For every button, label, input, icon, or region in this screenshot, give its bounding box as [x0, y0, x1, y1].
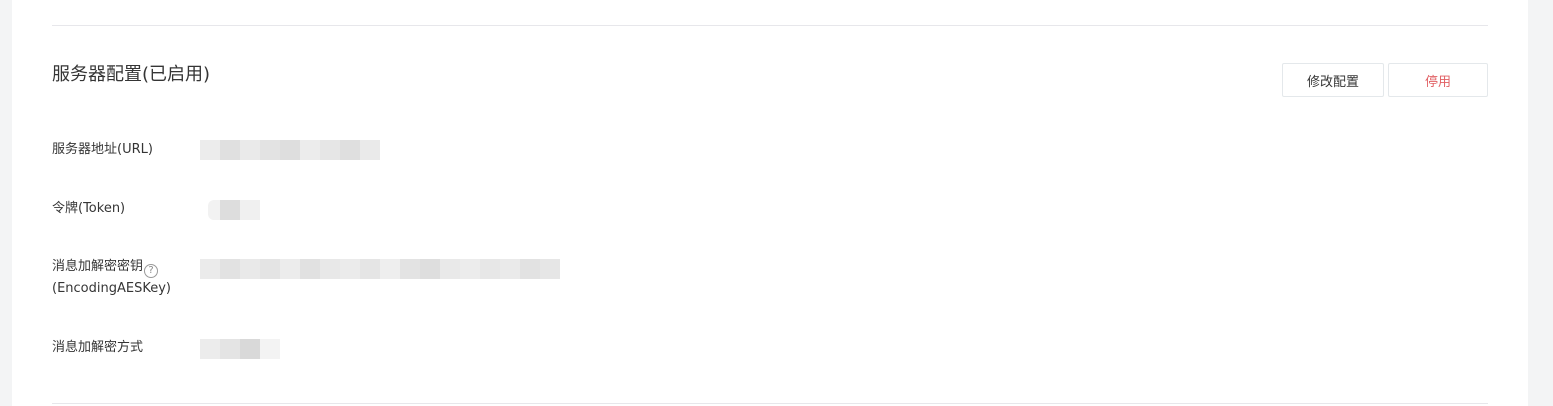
aes-key-label-line1: 消息加解密密钥: [52, 259, 144, 274]
disable-button[interactable]: 停用: [1388, 63, 1488, 97]
edit-config-button[interactable]: 修改配置: [1282, 63, 1384, 97]
url-label: 服务器地址(URL): [52, 142, 153, 157]
server-config-panel: 服务器配置(已启用) 修改配置 停用 服务器地址(URL) 令牌(Token) …: [12, 0, 1528, 406]
aes-key-label: 消息加解密密钥? (EncodingAESKey): [52, 256, 171, 300]
section-title: 服务器配置(已启用): [52, 64, 211, 85]
top-divider: [52, 25, 1488, 26]
encryption-mode-label: 消息加解密方式: [52, 340, 144, 355]
url-value-redacted: [200, 140, 380, 160]
encryption-mode-value-redacted: [200, 339, 280, 359]
token-value-redacted: [208, 200, 260, 220]
aes-key-value-redacted: [200, 259, 560, 279]
token-label: 令牌(Token): [52, 201, 126, 216]
help-icon[interactable]: ?: [144, 264, 159, 278]
aes-key-label-line2: (EncodingAESKey): [52, 281, 171, 296]
bottom-divider: [52, 403, 1488, 404]
